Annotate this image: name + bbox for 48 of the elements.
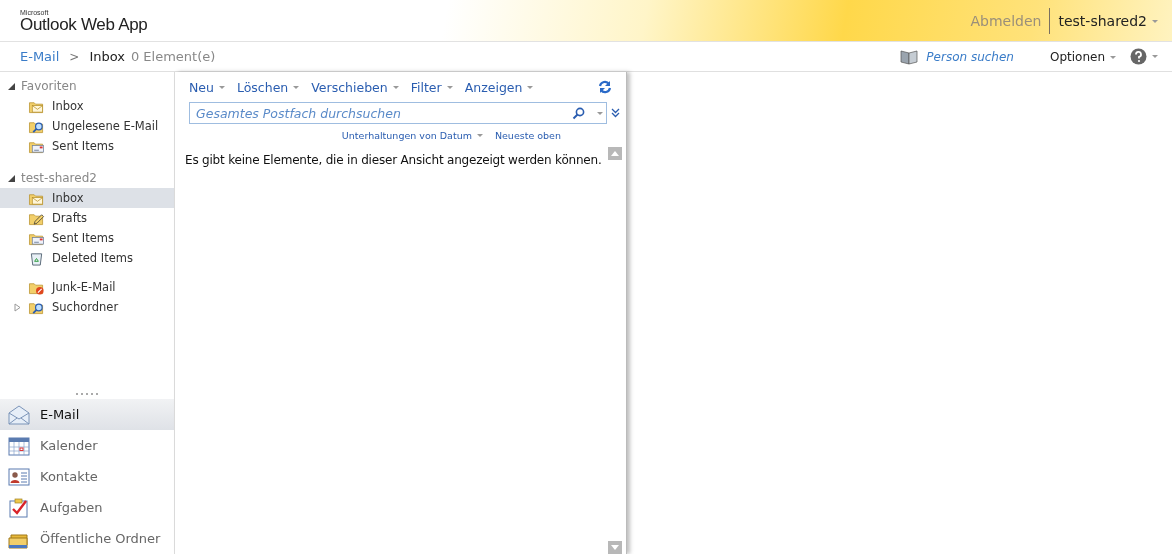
calendar-icon: [8, 435, 30, 456]
item-count: 0 Element(e): [130, 49, 216, 64]
find-person-link[interactable]: Person suchen: [900, 48, 1014, 65]
current-folder: Inbox: [89, 49, 125, 64]
collapse-icon[interactable]: [7, 174, 15, 182]
collapse-icon[interactable]: [7, 82, 15, 90]
section-header[interactable]: Favoriten: [0, 78, 174, 94]
folder-item[interactable]: Sent Items: [0, 136, 174, 156]
section-header[interactable]: test-shared2: [0, 170, 174, 186]
folder-item[interactable]: Inbox: [0, 188, 174, 208]
toolbar-menu[interactable]: Neu: [189, 79, 225, 95]
nav-item[interactable]: E-Mail: [0, 399, 174, 430]
help-button[interactable]: [1130, 48, 1158, 65]
toolbar-menu[interactable]: Filter: [410, 79, 453, 95]
breadcrumb-separator: >: [69, 49, 80, 64]
down-arrow-icon: [611, 545, 619, 550]
nav-item[interactable]: Kontakte: [0, 461, 174, 492]
search-icon[interactable]: [572, 106, 585, 120]
folder-item[interactable]: Junk-E-Mail: [0, 277, 174, 297]
trash-icon: [28, 250, 45, 266]
folder-item[interactable]: Suchordner: [0, 297, 174, 317]
toolbar-menu[interactable]: Verschieben: [311, 79, 399, 95]
folder-item[interactable]: Drafts: [0, 208, 174, 228]
user-menu[interactable]: test-shared2: [1058, 12, 1158, 29]
nav-item[interactable]: Öffentliche Ordner: [0, 523, 174, 554]
empty-message: Es gibt keine Elemente, die in dieser Ansicht angezeigt werden können.: [185, 152, 603, 169]
nav-item[interactable]: Aufgaben: [0, 492, 174, 523]
breadcrumb-link[interactable]: E-Mail: [20, 49, 60, 64]
arrange-by-menu[interactable]: Unterhaltungen von Datum: [341, 130, 483, 141]
checked-clipboard-icon: [8, 497, 30, 518]
folder-item[interactable]: Ungelesene E-Mail: [0, 116, 174, 136]
folder-item[interactable]: Inbox: [0, 96, 174, 116]
nav-item[interactable]: Kalender: [0, 430, 174, 461]
address-book-icon: [900, 48, 919, 65]
app-logo: Outlook Web App: [20, 15, 148, 33]
search-field[interactable]: Gesamtes Postfach durchsuchen: [189, 102, 607, 124]
expand-icon[interactable]: [14, 302, 21, 312]
double-chevron-icon[interactable]: [611, 108, 620, 118]
toolbar-menu[interactable]: Löschen: [236, 79, 300, 95]
options-menu[interactable]: Optionen: [1049, 49, 1116, 64]
toolbar-menu[interactable]: Anzeigen: [464, 79, 534, 95]
folder-item[interactable]: Deleted Items: [0, 248, 174, 268]
refresh-icon[interactable]: [598, 80, 612, 94]
folder-item[interactable]: Sent Items: [0, 228, 174, 248]
sort-order-link[interactable]: Neueste oben: [494, 130, 561, 141]
envelope-icon: [8, 404, 30, 425]
contact-card-icon: [8, 466, 30, 487]
up-arrow-icon: [611, 151, 619, 156]
